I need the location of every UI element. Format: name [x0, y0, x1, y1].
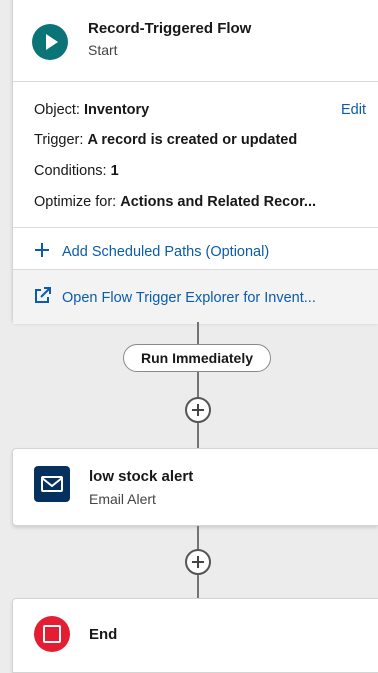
stop-icon	[34, 616, 70, 652]
email-alert-element[interactable]: low stock alert Email Alert	[12, 448, 378, 526]
object-label: Object:	[34, 102, 80, 118]
start-element[interactable]: Record-Triggered Flow Start Object: Inve…	[12, 0, 378, 324]
object-value: Inventory	[83, 102, 150, 118]
trigger-label: Trigger:	[34, 132, 84, 148]
start-title: Record-Triggered Flow	[88, 20, 252, 37]
add-element-button[interactable]	[185, 397, 211, 423]
object-row: Object: Inventory	[34, 102, 149, 118]
optimize-row: Optimize for: Actions and Related Recor.…	[34, 194, 316, 210]
plus-icon	[192, 404, 204, 416]
add-scheduled-paths-label: Add Scheduled Paths (Optional)	[62, 244, 270, 260]
trigger-explorer-link[interactable]: Open Flow Trigger Explorer for Invent...	[34, 287, 316, 308]
start-subtitle: Start	[88, 42, 118, 58]
conditions-label: Conditions:	[34, 163, 107, 179]
plus-icon	[192, 556, 204, 568]
end-element[interactable]: End	[12, 598, 378, 673]
trigger-explorer-section: Open Flow Trigger Explorer for Invent...	[13, 269, 378, 324]
run-immediately-pill[interactable]: Run Immediately	[123, 344, 271, 372]
optimize-value: Actions and Related Recor...	[120, 194, 317, 210]
envelope-icon	[34, 466, 70, 502]
email-alert-title: low stock alert	[89, 468, 194, 485]
add-scheduled-paths-link[interactable]: Add Scheduled Paths (Optional)	[34, 242, 269, 262]
trigger-value: A record is created or updated	[87, 132, 298, 148]
start-header[interactable]: Record-Triggered Flow Start	[13, 0, 378, 82]
end-title: End	[89, 626, 118, 643]
new-window-icon	[34, 287, 52, 308]
trigger-explorer-label: Open Flow Trigger Explorer for Invent...	[62, 290, 316, 306]
connector-line	[197, 322, 199, 448]
conditions-row: Conditions: 1	[34, 163, 119, 179]
edit-link[interactable]: Edit	[341, 102, 366, 118]
trigger-row: Trigger: A record is created or updated	[34, 132, 297, 148]
play-icon	[32, 24, 68, 60]
optimize-label: Optimize for:	[34, 194, 117, 210]
add-element-button[interactable]	[185, 549, 211, 575]
conditions-value: 1	[110, 163, 119, 179]
plus-icon	[34, 242, 52, 262]
divider	[13, 227, 378, 228]
email-alert-subtitle: Email Alert	[89, 491, 156, 507]
